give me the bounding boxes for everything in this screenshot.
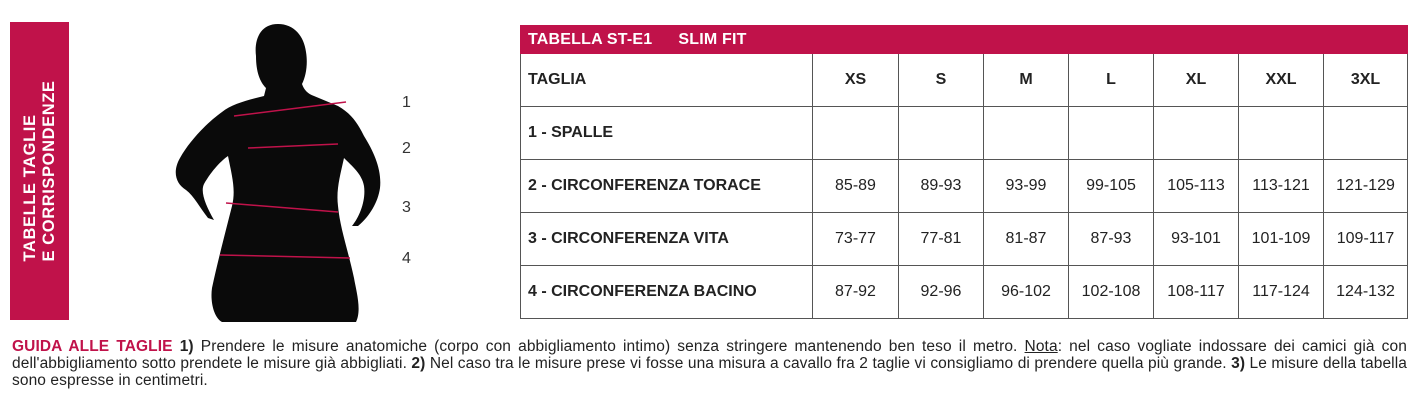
table-cell: 109-117 [1322,212,1409,266]
table-cell: 96-102 [983,265,1069,319]
table-title: TABELLA ST-E1 [528,30,653,48]
table-cell: 87-92 [812,265,899,319]
table-cell: 93-99 [983,159,1069,213]
table-row: 3 - CIRCONFERENZA VITA 73-77 77-81 81-87… [520,212,1409,266]
body-silhouette [175,24,381,322]
header-size-l: L [1068,53,1154,107]
sidebar-title-line2: E CORRISPONDENZE [40,80,58,262]
table-cell: 85-89 [812,159,899,213]
size-guide-text: GUIDA ALLE TAGLIE 1) Prendere le misure … [12,338,1407,389]
header-size-3xl: 3XL [1322,53,1409,107]
header-size-xxl: XXL [1238,53,1324,107]
guide-step-3-number: 3) [1231,355,1246,372]
table-cell: 102-108 [1068,265,1154,319]
sidebar-title: TABELLE TAGLIE E CORRISPONDENZE [21,80,59,261]
table-cell: 93-101 [1153,212,1239,266]
guide-note-label: Nota [1024,338,1058,355]
header-size-xl: XL [1153,53,1239,107]
table-cell: 113-121 [1238,159,1324,213]
sidebar-title-line1: TABELLE TAGLIE [21,114,39,262]
row-label: 2 - CIRCONFERENZA TORACE [520,159,813,213]
table-header-row: TAGLIA XS S M L XL XXL 3XL [520,53,1409,107]
header-size-xs: XS [812,53,899,107]
guide-step-2-text: Nel caso tra le misure prese vi fosse un… [425,355,1232,372]
table-cell: 92-96 [898,265,984,319]
table-subtitle: SLIM FIT [678,30,747,48]
marker-1: 1 [402,94,411,111]
table-cell: 81-87 [983,212,1069,266]
guide-lead: GUIDA ALLE TAGLIE [12,338,173,355]
marker-4: 4 [402,250,411,267]
guide-step-2-number: 2) [411,355,426,372]
header-size-m: M [983,53,1069,107]
guide-step-1-number: 1) [179,338,194,355]
table-cell [1238,106,1324,160]
table-cell: 124-132 [1322,265,1409,319]
table-cell: 121-129 [1322,159,1409,213]
table-cell [983,106,1069,160]
marker-3: 3 [402,199,411,216]
table-cell [1322,106,1409,160]
table-cell: 101-109 [1238,212,1324,266]
table-cell [1068,106,1154,160]
table-row: 1 - SPALLE [520,106,1409,160]
table-title-bar: TABELLA ST-E1 SLIM FIT [519,25,1409,54]
table-cell: 73-77 [812,212,899,266]
size-table: TABELLA ST-E1 SLIM FIT TAGLIA XS S M L XL… [519,25,1409,319]
table-cell: 105-113 [1153,159,1239,213]
table-row: 2 - CIRCONFERENZA TORACE 85-89 89-93 93-… [520,159,1409,213]
table-cell: 77-81 [898,212,984,266]
table-cell [1153,106,1239,160]
row-label: 4 - CIRCONFERENZA BACINO [520,265,813,319]
table-cell: 99-105 [1068,159,1154,213]
guide-step-1-text: Prendere le misure anatomiche (corpo con… [193,338,1025,355]
table-cell: 87-93 [1068,212,1154,266]
table-cell: 117-124 [1238,265,1324,319]
table-cell: 108-117 [1153,265,1239,319]
table-row: 4 - CIRCONFERENZA BACINO 87-92 92-96 96-… [520,265,1409,319]
header-size-label: TAGLIA [520,53,813,107]
table-cell [812,106,899,160]
row-label: 1 - SPALLE [520,106,813,160]
table-cell: 89-93 [898,159,984,213]
marker-2: 2 [402,140,411,157]
header-size-s: S [898,53,984,107]
table-cell [898,106,984,160]
row-label: 3 - CIRCONFERENZA VITA [520,212,813,266]
